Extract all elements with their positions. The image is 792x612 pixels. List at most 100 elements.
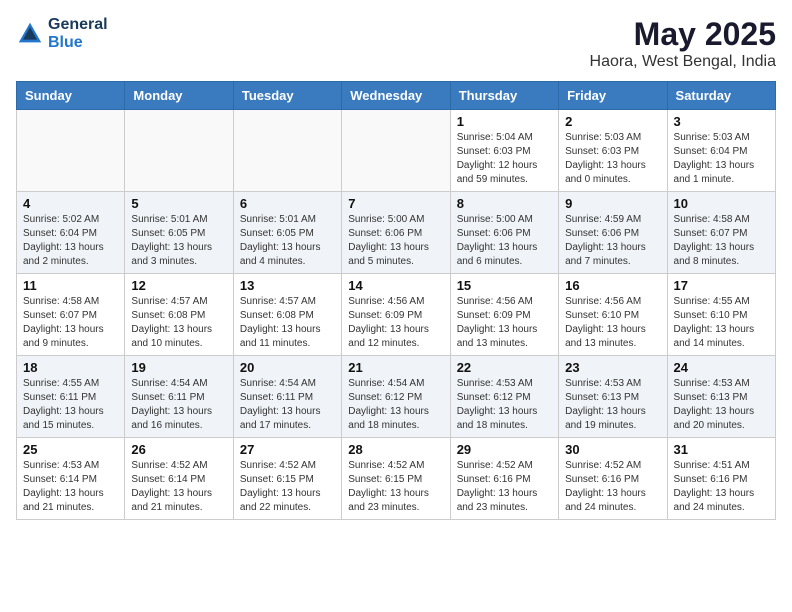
day-info: Sunrise: 4:54 AM Sunset: 6:11 PM Dayligh… (131, 377, 226, 433)
day-number: 31 (674, 442, 769, 457)
calendar-week-row: 4 Sunrise: 5:02 AM Sunset: 6:04 PM Daylig… (17, 192, 776, 274)
day-info: Sunrise: 4:55 AM Sunset: 6:11 PM Dayligh… (23, 377, 118, 433)
day-number: 4 (23, 196, 118, 211)
day-info: Sunrise: 4:52 AM Sunset: 6:15 PM Dayligh… (240, 459, 335, 515)
calendar-day-cell: 25Sunrise: 4:53 AM Sunset: 6:14 PM Dayli… (17, 438, 125, 520)
calendar-day-cell: 10Sunrise: 4:58 AM Sunset: 6:07 PM Dayli… (667, 192, 775, 274)
calendar-empty-cell (17, 110, 125, 192)
day-number: 6 (240, 196, 335, 211)
calendar-week-row: 1 Sunrise: 5:04 AM Sunset: 6:03 PM Daylig… (17, 110, 776, 192)
day-info: Sunrise: 5:04 AM Sunset: 6:03 PM Dayligh… (457, 131, 552, 187)
day-info: Sunrise: 4:53 AM Sunset: 6:13 PM Dayligh… (565, 377, 660, 433)
day-info: Sunrise: 4:52 AM Sunset: 6:16 PM Dayligh… (565, 459, 660, 515)
day-number: 2 (565, 114, 660, 129)
day-number: 30 (565, 442, 660, 457)
logo-text: General Blue (48, 16, 108, 52)
calendar-day-cell: 6Sunrise: 5:01 AM Sunset: 6:05 PM Daylig… (233, 192, 341, 274)
calendar-day-cell: 7 Sunrise: 5:00 AM Sunset: 6:06 PM Daylig… (342, 192, 450, 274)
day-number: 28 (348, 442, 443, 457)
day-number: 13 (240, 278, 335, 293)
day-info: Sunrise: 4:56 AM Sunset: 6:09 PM Dayligh… (457, 295, 552, 351)
day-info: Sunrise: 4:53 AM Sunset: 6:13 PM Dayligh… (674, 377, 769, 433)
calendar-day-cell: 18 Sunrise: 4:55 AM Sunset: 6:11 PM Dayli… (17, 356, 125, 438)
day-number: 24 (674, 360, 769, 375)
calendar-day-cell: 12 Sunrise: 4:57 AM Sunset: 6:08 PM Dayli… (125, 274, 233, 356)
day-info: Sunrise: 4:59 AM Sunset: 6:06 PM Dayligh… (565, 213, 660, 269)
day-number: 5 (131, 196, 226, 211)
calendar-day-cell: 23 Sunrise: 4:53 AM Sunset: 6:13 PM Dayli… (559, 356, 667, 438)
day-info: Sunrise: 4:58 AM Sunset: 6:07 PM Dayligh… (674, 213, 769, 269)
page-subtitle: Haora, West Bengal, India (590, 53, 776, 71)
calendar-day-cell: 4 Sunrise: 5:02 AM Sunset: 6:04 PM Daylig… (17, 192, 125, 274)
day-info: Sunrise: 4:56 AM Sunset: 6:10 PM Dayligh… (565, 295, 660, 351)
day-info: Sunrise: 4:58 AM Sunset: 6:07 PM Dayligh… (23, 295, 118, 351)
calendar-day-cell: 17Sunrise: 4:55 AM Sunset: 6:10 PM Dayli… (667, 274, 775, 356)
calendar-day-cell: 24 Sunrise: 4:53 AM Sunset: 6:13 PM Dayli… (667, 356, 775, 438)
day-number: 11 (23, 278, 118, 293)
calendar-day-cell: 9 Sunrise: 4:59 AM Sunset: 6:06 PM Daylig… (559, 192, 667, 274)
col-header-monday: Monday (125, 82, 233, 110)
calendar-day-cell: 3Sunrise: 5:03 AM Sunset: 6:04 PM Daylig… (667, 110, 775, 192)
calendar-day-cell: 8 Sunrise: 5:00 AM Sunset: 6:06 PM Daylig… (450, 192, 558, 274)
calendar-day-cell: 20Sunrise: 4:54 AM Sunset: 6:11 PM Dayli… (233, 356, 341, 438)
day-number: 12 (131, 278, 226, 293)
calendar-day-cell: 5 Sunrise: 5:01 AM Sunset: 6:05 PM Daylig… (125, 192, 233, 274)
col-header-tuesday: Tuesday (233, 82, 341, 110)
calendar-day-cell: 27 Sunrise: 4:52 AM Sunset: 6:15 PM Dayli… (233, 438, 341, 520)
logo-icon (16, 20, 44, 48)
day-number: 8 (457, 196, 552, 211)
day-info: Sunrise: 4:52 AM Sunset: 6:15 PM Dayligh… (348, 459, 443, 515)
page-title: May 2025 (590, 16, 776, 53)
logo: General Blue (16, 16, 108, 52)
calendar-day-cell: 22 Sunrise: 4:53 AM Sunset: 6:12 PM Dayli… (450, 356, 558, 438)
calendar-day-cell: 1 Sunrise: 5:04 AM Sunset: 6:03 PM Daylig… (450, 110, 558, 192)
day-number: 15 (457, 278, 552, 293)
calendar-day-cell: 31 Sunrise: 4:51 AM Sunset: 6:16 PM Dayli… (667, 438, 775, 520)
calendar-day-cell: 30 Sunrise: 4:52 AM Sunset: 6:16 PM Dayli… (559, 438, 667, 520)
calendar-day-cell: 13 Sunrise: 4:57 AM Sunset: 6:08 PM Dayli… (233, 274, 341, 356)
calendar-day-cell: 28 Sunrise: 4:52 AM Sunset: 6:15 PM Dayli… (342, 438, 450, 520)
calendar-day-cell: 26 Sunrise: 4:52 AM Sunset: 6:14 PM Dayli… (125, 438, 233, 520)
day-number: 7 (348, 196, 443, 211)
day-number: 18 (23, 360, 118, 375)
day-number: 20 (240, 360, 335, 375)
calendar-day-cell: 11 Sunrise: 4:58 AM Sunset: 6:07 PM Dayli… (17, 274, 125, 356)
day-info: Sunrise: 4:57 AM Sunset: 6:08 PM Dayligh… (240, 295, 335, 351)
day-info: Sunrise: 5:00 AM Sunset: 6:06 PM Dayligh… (457, 213, 552, 269)
day-info: Sunrise: 5:03 AM Sunset: 6:03 PM Dayligh… (565, 131, 660, 187)
col-header-friday: Friday (559, 82, 667, 110)
day-number: 22 (457, 360, 552, 375)
col-header-saturday: Saturday (667, 82, 775, 110)
day-info: Sunrise: 5:03 AM Sunset: 6:04 PM Dayligh… (674, 131, 769, 187)
calendar-table: SundayMondayTuesdayWednesdayThursdayFrid… (16, 81, 776, 520)
title-area: May 2025 Haora, West Bengal, India (590, 16, 776, 71)
header: General Blue May 2025 Haora, West Bengal… (16, 16, 776, 71)
day-number: 21 (348, 360, 443, 375)
calendar-week-row: 11 Sunrise: 4:58 AM Sunset: 6:07 PM Dayli… (17, 274, 776, 356)
day-info: Sunrise: 5:01 AM Sunset: 6:05 PM Dayligh… (131, 213, 226, 269)
day-info: Sunrise: 4:56 AM Sunset: 6:09 PM Dayligh… (348, 295, 443, 351)
day-info: Sunrise: 5:02 AM Sunset: 6:04 PM Dayligh… (23, 213, 118, 269)
calendar-day-cell: 2 Sunrise: 5:03 AM Sunset: 6:03 PM Daylig… (559, 110, 667, 192)
day-number: 27 (240, 442, 335, 457)
calendar-day-cell: 14Sunrise: 4:56 AM Sunset: 6:09 PM Dayli… (342, 274, 450, 356)
calendar-day-cell: 15 Sunrise: 4:56 AM Sunset: 6:09 PM Dayli… (450, 274, 558, 356)
day-number: 23 (565, 360, 660, 375)
day-info: Sunrise: 4:55 AM Sunset: 6:10 PM Dayligh… (674, 295, 769, 351)
day-info: Sunrise: 4:54 AM Sunset: 6:12 PM Dayligh… (348, 377, 443, 433)
day-info: Sunrise: 4:52 AM Sunset: 6:14 PM Dayligh… (131, 459, 226, 515)
calendar-empty-cell (125, 110, 233, 192)
day-info: Sunrise: 4:57 AM Sunset: 6:08 PM Dayligh… (131, 295, 226, 351)
day-number: 1 (457, 114, 552, 129)
calendar-day-cell: 16Sunrise: 4:56 AM Sunset: 6:10 PM Dayli… (559, 274, 667, 356)
day-info: Sunrise: 4:52 AM Sunset: 6:16 PM Dayligh… (457, 459, 552, 515)
day-number: 9 (565, 196, 660, 211)
day-info: Sunrise: 4:53 AM Sunset: 6:12 PM Dayligh… (457, 377, 552, 433)
day-info: Sunrise: 5:00 AM Sunset: 6:06 PM Dayligh… (348, 213, 443, 269)
day-number: 29 (457, 442, 552, 457)
day-info: Sunrise: 4:51 AM Sunset: 6:16 PM Dayligh… (674, 459, 769, 515)
day-number: 26 (131, 442, 226, 457)
calendar-day-cell: 19Sunrise: 4:54 AM Sunset: 6:11 PM Dayli… (125, 356, 233, 438)
col-header-sunday: Sunday (17, 82, 125, 110)
calendar-day-cell: 21 Sunrise: 4:54 AM Sunset: 6:12 PM Dayli… (342, 356, 450, 438)
